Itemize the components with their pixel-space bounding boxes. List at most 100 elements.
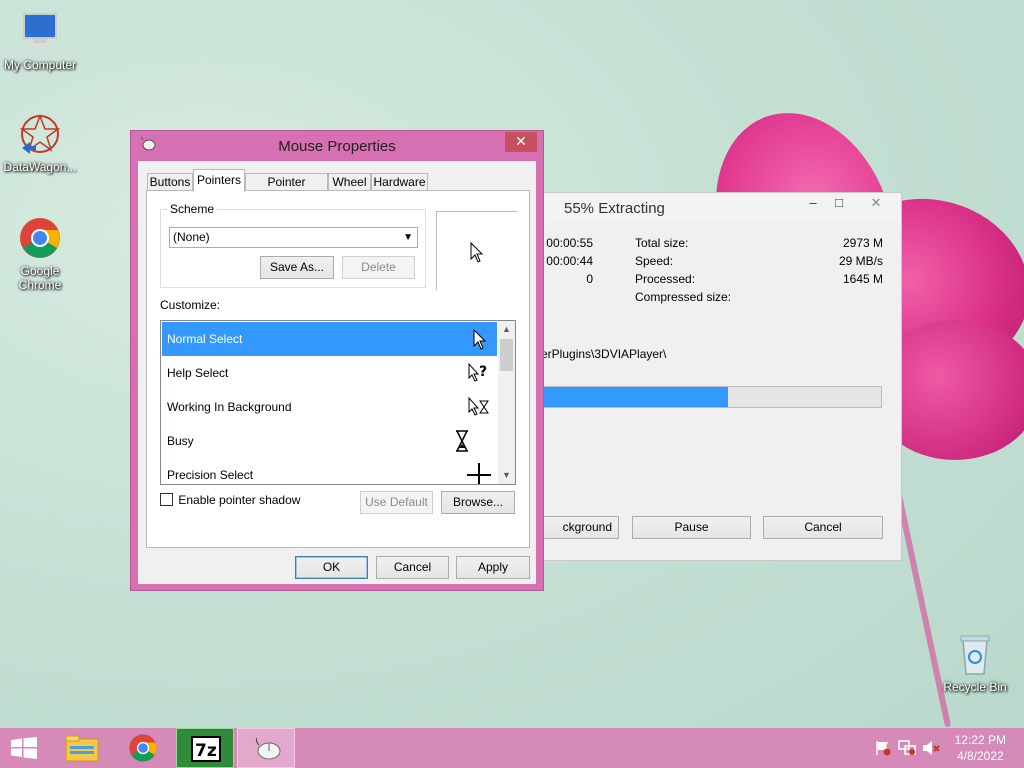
desktop-icon-label: Google Chrome [18, 264, 62, 292]
chrome-icon [18, 216, 62, 260]
list-item-label: Busy [167, 434, 194, 448]
list-item-working-in-background[interactable]: Working In Background [162, 390, 497, 424]
desktop-icon-recycle-bin[interactable]: Recycle Bin [935, 632, 1015, 694]
extracting-window: 55% Extracting ‒ □ ✕ 00:00:55 00:00:44 0… [535, 192, 902, 561]
taskbar: 7z 12:22 PM 4/8/2022 [0, 728, 1024, 768]
crosshair-icon [467, 463, 491, 484]
list-item-label: Working In Background [167, 400, 292, 414]
delete-button[interactable]: Delete [342, 256, 415, 279]
desktop-icon-google-chrome[interactable]: Google Chrome [0, 216, 80, 292]
pointers-tab-panel: Scheme (None) ▼ Save As... Delete Custom… [146, 190, 530, 548]
pointer-list-scrollbar[interactable]: ▲ ▼ [498, 321, 515, 484]
tab-hardware[interactable]: Hardware [371, 173, 428, 191]
browse-button[interactable]: Browse... [441, 491, 515, 514]
action-center-flag-icon[interactable] [875, 740, 891, 756]
processed-label: Processed: [635, 272, 696, 286]
ok-button[interactable]: OK [295, 556, 368, 579]
volume-muted-icon[interactable] [922, 740, 940, 756]
tab-wheel[interactable]: Wheel [328, 173, 371, 191]
clock-time: 12:22 PM [954, 733, 1006, 747]
list-item-busy[interactable]: Busy [162, 424, 497, 458]
scheme-dropdown[interactable]: (None) ▼ [169, 227, 418, 248]
list-item-normal-select[interactable]: Normal Select [162, 322, 497, 356]
desktop-icon-my-computer[interactable]: My Computer [0, 10, 80, 72]
close-button[interactable]: ✕ [505, 132, 537, 152]
compressed-size-label: Compressed size: [635, 290, 732, 304]
mouse-properties-titlebar[interactable]: Mouse Properties ✕ [131, 131, 543, 161]
background-button[interactable]: ckground [536, 516, 619, 539]
cancel-button[interactable]: Cancel [376, 556, 449, 579]
customize-label: Customize: [160, 298, 221, 312]
dialog-client: Buttons Pointers Pointer Options Wheel H… [138, 161, 536, 584]
network-icon[interactable] [898, 740, 916, 756]
mouse-properties-title: Mouse Properties [278, 138, 396, 155]
windows-logo-icon [11, 737, 37, 759]
arrow-cursor-icon [470, 242, 484, 263]
list-item-label: Normal Select [167, 332, 243, 346]
total-size-value: 2973 M [842, 236, 883, 250]
desktop-icon-label: Recycle Bin [943, 680, 1007, 694]
enable-pointer-shadow-checkbox[interactable] [160, 493, 173, 506]
cancel-extract-button[interactable]: Cancel [763, 516, 883, 539]
apply-button[interactable]: Apply [456, 556, 530, 579]
use-default-button[interactable]: Use Default [360, 491, 433, 514]
hourglass-icon [456, 430, 468, 452]
tab-buttons[interactable]: Buttons [147, 173, 193, 191]
extracting-titlebar[interactable]: 55% Extracting ‒ □ ✕ [536, 193, 901, 223]
working-cursor-icon [468, 396, 489, 416]
remaining-time: 00:00:44 [546, 254, 593, 268]
pause-button[interactable]: Pause [632, 516, 751, 539]
scroll-down-arrow-icon[interactable]: ▼ [498, 467, 515, 484]
speed-value: 29 MB/s [838, 254, 883, 268]
progress-bar [541, 386, 882, 408]
total-size-label: Total size: [635, 236, 689, 250]
enable-pointer-shadow[interactable]: Enable pointer shadow [160, 493, 300, 507]
scheme-label: Scheme [167, 202, 218, 216]
list-item-label: Help Select [167, 366, 229, 380]
folder-icon [65, 735, 99, 762]
mouse-icon [255, 737, 281, 760]
tab-pointers[interactable]: Pointers [193, 169, 245, 192]
taskbar-chrome[interactable] [114, 728, 172, 768]
datawagon-icon [18, 112, 62, 156]
taskbar-file-explorer[interactable] [54, 728, 112, 768]
taskbar-7zip[interactable]: 7z [176, 728, 234, 768]
scrollbar-thumb[interactable] [500, 339, 513, 371]
save-as-button[interactable]: Save As... [260, 256, 334, 279]
scroll-up-arrow-icon[interactable]: ▲ [498, 321, 515, 338]
svg-text:7z: 7z [195, 741, 217, 761]
pointer-list[interactable]: Normal Select Help Select ? Working In B… [160, 320, 516, 485]
scheme-group: Scheme (None) ▼ Save As... Delete [160, 202, 426, 288]
chevron-down-icon: ▼ [403, 232, 413, 243]
7zip-icon: 7z [191, 736, 221, 762]
close-button[interactable]: ✕ [860, 193, 892, 215]
start-button[interactable] [0, 728, 48, 768]
tab-pointer-options[interactable]: Pointer Options [245, 173, 328, 206]
extracting-title: 55% Extracting [564, 200, 665, 217]
speed-label: Speed: [635, 254, 674, 268]
enable-pointer-shadow-label: Enable pointer shadow [178, 493, 301, 507]
chrome-icon [129, 734, 157, 762]
scheme-value: (None) [173, 230, 210, 244]
desktop-icon-label: DataWagon... [3, 160, 77, 174]
taskbar-mouse-properties[interactable] [237, 728, 295, 768]
desktop-icon-label: My Computer [3, 58, 77, 72]
svg-text:?: ? [479, 364, 487, 380]
current-file-path: erPlugins\3DVIAPlayer\ [541, 347, 667, 361]
help-cursor-icon: ? [468, 362, 487, 382]
pointer-preview [436, 211, 517, 290]
files-count: 0 [586, 272, 593, 286]
list-item-precision-select[interactable]: Precision Select [162, 458, 497, 484]
progress-bar-fill [542, 387, 729, 407]
elapsed-time: 00:00:55 [546, 236, 593, 250]
clock-date: 4/8/2022 [956, 749, 1004, 763]
mouse-properties-window: Mouse Properties ✕ Buttons Pointers Poin… [130, 130, 544, 591]
arrow-cursor-icon [473, 328, 487, 350]
list-item-help-select[interactable]: Help Select ? [162, 356, 497, 390]
desktop-icon-datawagon[interactable]: DataWagon... [0, 112, 80, 174]
recycle-bin-icon [953, 632, 997, 676]
maximize-button[interactable]: □ [824, 193, 854, 215]
processed-value: 1645 M [842, 272, 883, 286]
system-clock[interactable]: 12:22 PM 4/8/2022 [955, 732, 1006, 764]
list-item-label: Precision Select [167, 468, 254, 482]
